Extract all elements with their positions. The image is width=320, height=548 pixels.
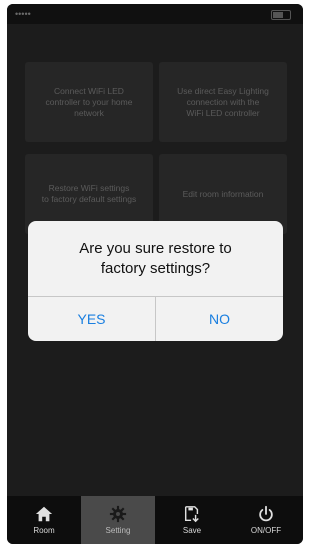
home-icon xyxy=(35,506,53,522)
tab-onoff[interactable]: ON/OFF xyxy=(229,496,303,544)
status-bar: ••••• xyxy=(7,4,303,24)
tab-save-label: Save xyxy=(182,526,202,535)
tab-room-label: Room xyxy=(33,526,55,535)
battery-icon xyxy=(271,10,291,20)
no-button[interactable]: NO xyxy=(155,297,283,341)
tab-save[interactable]: Save xyxy=(155,496,229,544)
yes-button[interactable]: YES xyxy=(28,297,155,341)
power-icon xyxy=(259,505,273,522)
tab-setting[interactable]: Setting xyxy=(81,496,155,544)
save-icon xyxy=(184,506,199,523)
carrier-signal: ••••• xyxy=(15,9,31,19)
phone-screen: ••••• Connect WiFi LED controller to you… xyxy=(7,4,303,544)
tab-bar: Room Setting Save ON/OFF xyxy=(7,496,303,544)
dialog-buttons: YES NO xyxy=(28,296,283,341)
tab-onoff-label: ON/OFF xyxy=(250,526,282,535)
confirm-restore-dialog: Are you sure restore to factory settings… xyxy=(28,221,283,341)
tab-setting-label: Setting xyxy=(105,526,131,535)
dialog-message: Are you sure restore to factory settings… xyxy=(79,240,232,277)
gear-icon xyxy=(109,505,127,523)
tab-room[interactable]: Room xyxy=(7,496,81,544)
